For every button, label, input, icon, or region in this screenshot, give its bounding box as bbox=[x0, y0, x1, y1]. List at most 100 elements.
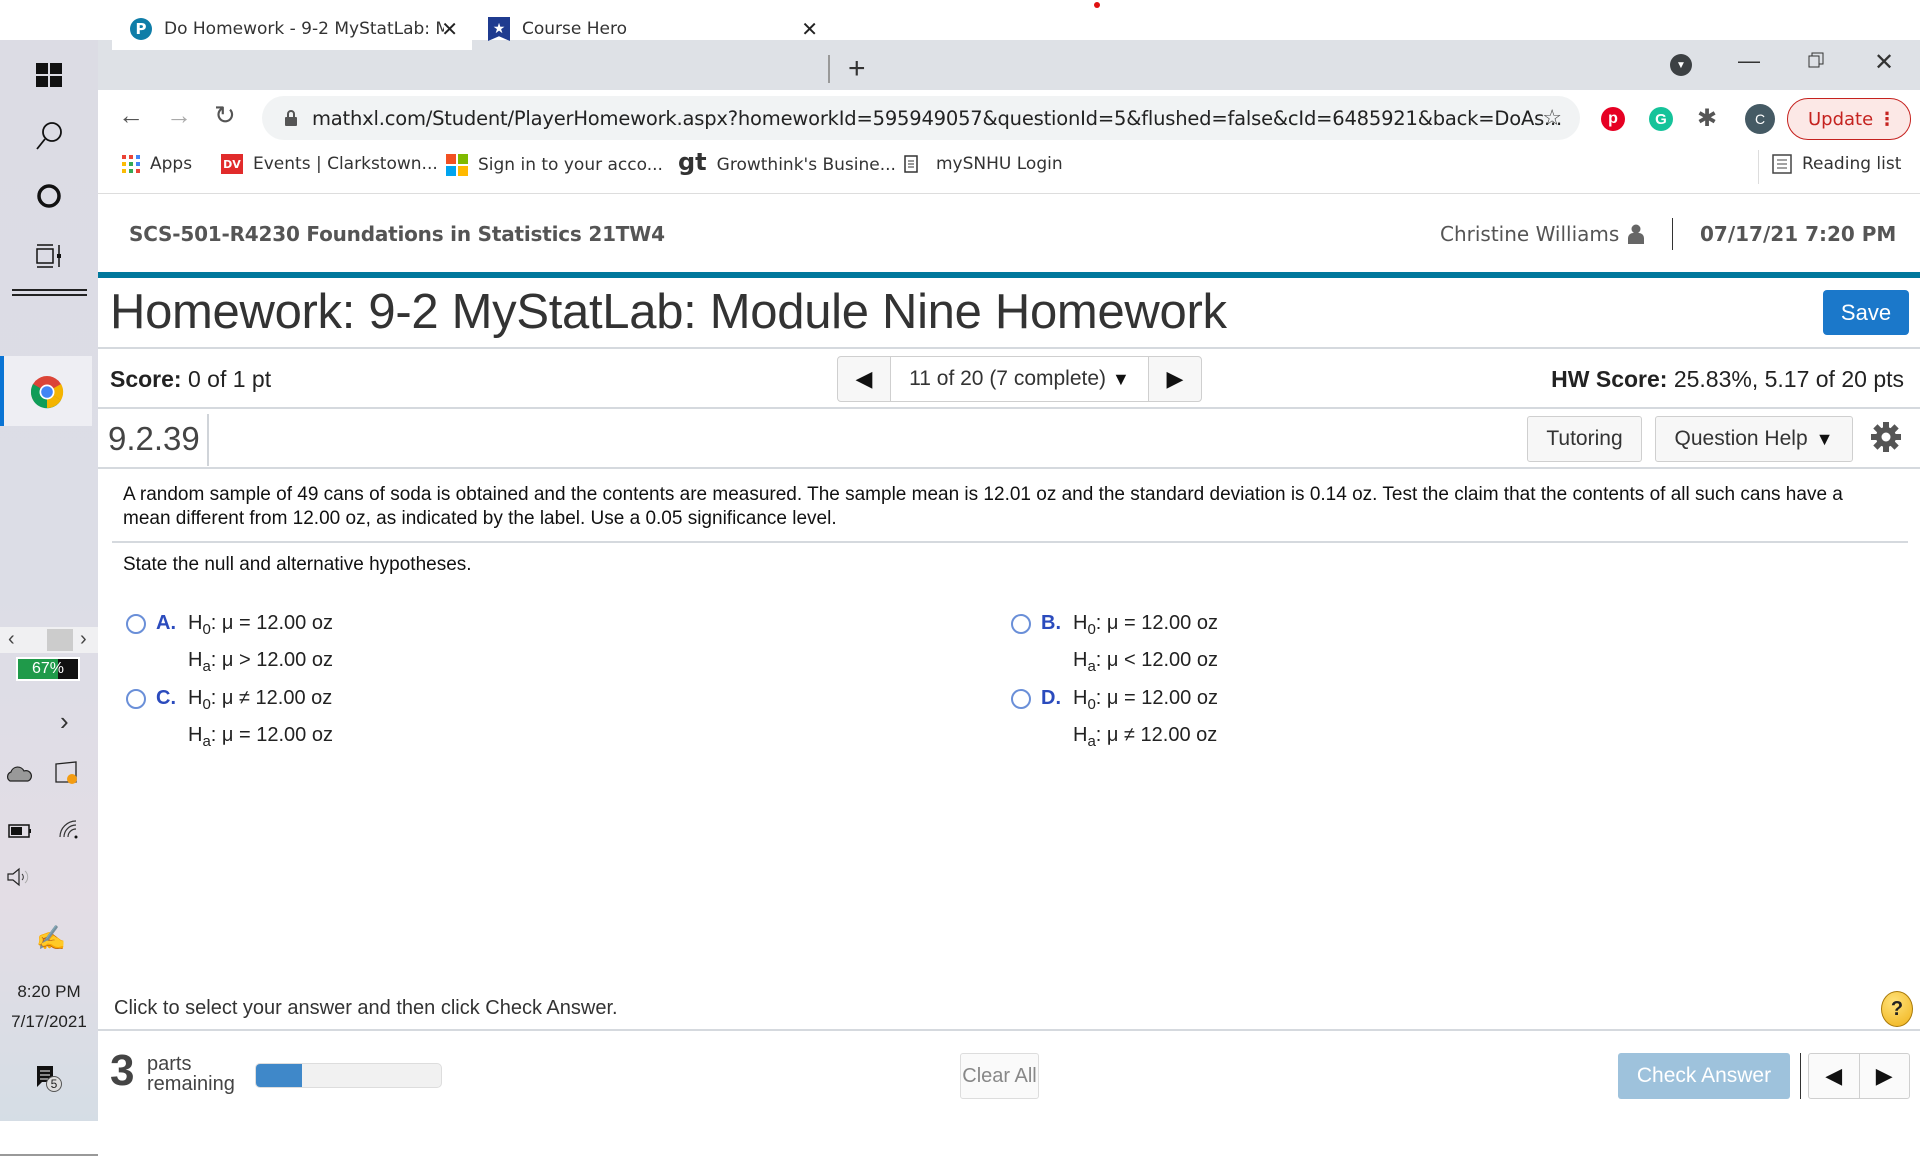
question-selector[interactable]: 11 of 20 (7 complete) ▼ bbox=[890, 357, 1149, 401]
question-position: 11 of 20 (7 complete) bbox=[909, 367, 1107, 390]
tab-separator bbox=[828, 55, 830, 83]
pearson-icon: P bbox=[130, 18, 152, 40]
scroll-thumb[interactable] bbox=[47, 629, 73, 651]
bookmark-label: Growthink's Busine... bbox=[716, 155, 896, 175]
bookmark-sign-in[interactable]: Sign in to your acco... bbox=[446, 154, 663, 176]
new-tab-button[interactable]: + bbox=[848, 52, 866, 86]
reload-button[interactable]: ↻ bbox=[214, 100, 236, 131]
radio-button[interactable] bbox=[1011, 614, 1031, 634]
previous-question-button[interactable]: ◀ bbox=[838, 357, 890, 401]
tray-scroller[interactable]: ‹ › bbox=[0, 627, 98, 653]
ha-text: μ ≠ 12.00 oz bbox=[1106, 724, 1218, 746]
choice-b[interactable]: B. H0: μ = 12.00 oz Ha: μ < 12.00 oz bbox=[1011, 612, 1218, 682]
bookmark-apps[interactable]: Apps bbox=[122, 154, 192, 174]
close-window-button[interactable]: ✕ bbox=[1874, 48, 1894, 77]
restore-button[interactable] bbox=[1808, 52, 1824, 73]
clock-time[interactable]: 8:20 PM bbox=[0, 982, 98, 1002]
action-center-icon[interactable]: 5 bbox=[36, 1065, 62, 1096]
volume-icon[interactable] bbox=[6, 866, 34, 893]
user-icon[interactable] bbox=[1628, 224, 1644, 244]
notification-count: 5 bbox=[46, 1076, 62, 1092]
header-accent-bar bbox=[98, 272, 1920, 278]
parts-label-line2: remaining bbox=[147, 1073, 235, 1095]
radio-button[interactable] bbox=[126, 689, 146, 709]
lock-icon[interactable] bbox=[284, 109, 298, 127]
update-button[interactable]: Update ⋮ bbox=[1787, 98, 1911, 140]
divider bbox=[98, 1029, 1920, 1031]
clock-date[interactable]: 7/17/2021 bbox=[0, 1012, 98, 1032]
pen-workspace-icon[interactable]: ✍ bbox=[36, 924, 66, 953]
radio-button[interactable] bbox=[126, 614, 146, 634]
ha-text: μ = 12.00 oz bbox=[221, 724, 333, 746]
menu-kebab-icon[interactable]: ⋮ bbox=[1878, 109, 1896, 130]
reading-list-label: Reading list bbox=[1802, 154, 1902, 174]
task-view-icon[interactable] bbox=[0, 238, 98, 274]
dv-icon: DV bbox=[221, 154, 243, 174]
choice-d[interactable]: D. H0: μ = 12.00 oz Ha: μ ≠ 12.00 oz bbox=[1011, 687, 1218, 757]
progress-fill bbox=[256, 1064, 303, 1087]
bookmark-mysnhu[interactable]: mySNHU Login bbox=[904, 154, 1063, 174]
minimize-button[interactable]: — bbox=[1738, 48, 1760, 74]
check-answer-button[interactable]: Check Answer bbox=[1618, 1053, 1790, 1099]
clear-all-button[interactable]: Clear All bbox=[960, 1053, 1039, 1099]
homework-title: Homework: 9-2 MyStatLab: Module Nine Hom… bbox=[110, 285, 1227, 339]
question-number: 9.2.39 bbox=[108, 420, 200, 457]
reading-list-button[interactable]: Reading list bbox=[1772, 154, 1901, 174]
null-hypothesis: H0: μ = 12.00 oz bbox=[1073, 687, 1218, 713]
address-bar[interactable]: mathxl.com/Student/PlayerHomework.aspx?h… bbox=[262, 96, 1580, 140]
question-help-button[interactable]: Question Help ▼ bbox=[1655, 416, 1853, 462]
h0-text: μ = 12.00 oz bbox=[221, 612, 333, 634]
battery-icon[interactable] bbox=[8, 824, 32, 843]
next-question-button[interactable]: ▶ bbox=[1860, 1054, 1910, 1098]
scroll-left-icon[interactable]: ‹ bbox=[8, 628, 15, 651]
onedrive-icon[interactable] bbox=[6, 766, 32, 787]
choice-a[interactable]: A. H0: μ = 12.00 oz Ha: μ > 12.00 oz bbox=[126, 612, 333, 682]
choice-c[interactable]: C. H0: μ ≠ 12.00 oz Ha: μ = 12.00 oz bbox=[126, 687, 333, 757]
taskbar-divider bbox=[12, 289, 87, 291]
profile-avatar[interactable]: C bbox=[1745, 104, 1775, 134]
search-icon[interactable] bbox=[0, 118, 98, 154]
close-tab-icon[interactable]: ✕ bbox=[441, 17, 458, 41]
scroll-right-icon[interactable]: › bbox=[80, 628, 87, 651]
url-text[interactable]: mathxl.com/Student/PlayerHomework.aspx?h… bbox=[312, 107, 1562, 130]
save-button[interactable]: Save bbox=[1823, 290, 1909, 335]
bookmark-events-clarkstown[interactable]: DV Events | Clarkstown... bbox=[221, 154, 438, 174]
tab-course-hero[interactable]: ★ Course Hero ✕ bbox=[472, 8, 832, 50]
bookmark-star-icon[interactable]: ☆ bbox=[1542, 106, 1562, 131]
tab-do-homework[interactable]: P Do Homework - 9-2 MyStatLab: M ✕ bbox=[112, 8, 472, 50]
coursehero-icon: ★ bbox=[488, 17, 510, 41]
tab-title: Course Hero bbox=[522, 19, 628, 39]
close-tab-icon[interactable]: ✕ bbox=[801, 17, 818, 41]
windows-start-icon[interactable] bbox=[0, 60, 98, 90]
wifi-icon[interactable] bbox=[56, 817, 80, 844]
help-icon[interactable]: ? bbox=[1881, 991, 1913, 1027]
parts-progress-bar bbox=[255, 1063, 442, 1088]
tutoring-button[interactable]: Tutoring bbox=[1527, 416, 1642, 462]
next-question-button[interactable]: ▶ bbox=[1149, 357, 1201, 401]
gear-icon[interactable] bbox=[1870, 421, 1902, 453]
extensions-puzzle-icon[interactable]: ✱ bbox=[1697, 104, 1717, 133]
header-separator bbox=[1672, 218, 1673, 250]
battery-percent: 67% bbox=[18, 659, 78, 679]
bookmark-growthink[interactable]: gt Growthink's Busine... bbox=[678, 148, 896, 176]
dropdown-caret-icon: ▼ bbox=[1112, 368, 1130, 389]
alt-hypothesis: Ha: μ > 12.00 oz bbox=[188, 649, 333, 675]
previous-question-button[interactable]: ◀ bbox=[1809, 1054, 1860, 1098]
course-title[interactable]: SCS-501-R4230 Foundations in Statistics … bbox=[129, 222, 665, 246]
radio-button[interactable] bbox=[1011, 689, 1031, 709]
tab-search-icon[interactable]: ▼ bbox=[1670, 54, 1692, 76]
microsoft-icon bbox=[446, 154, 468, 176]
grammarly-extension-icon[interactable]: G bbox=[1649, 107, 1673, 131]
chrome-taskbar-button[interactable] bbox=[0, 356, 92, 426]
user-name[interactable]: Christine Williams bbox=[1440, 222, 1619, 246]
tab-title: Do Homework - 9-2 MyStatLab: M bbox=[164, 19, 444, 39]
sync-update-icon[interactable] bbox=[54, 760, 80, 791]
problem-text: A random sample of 49 cans of soda is ob… bbox=[123, 484, 1843, 529]
forward-button[interactable]: → bbox=[166, 100, 192, 131]
null-hypothesis: H0: μ = 12.00 oz bbox=[188, 612, 333, 638]
cortana-icon[interactable] bbox=[0, 178, 98, 214]
pinterest-extension-icon[interactable]: p bbox=[1601, 107, 1625, 131]
show-hidden-icons[interactable]: › bbox=[60, 706, 69, 737]
recording-dot bbox=[1094, 2, 1100, 8]
back-button[interactable]: ← bbox=[118, 100, 144, 131]
